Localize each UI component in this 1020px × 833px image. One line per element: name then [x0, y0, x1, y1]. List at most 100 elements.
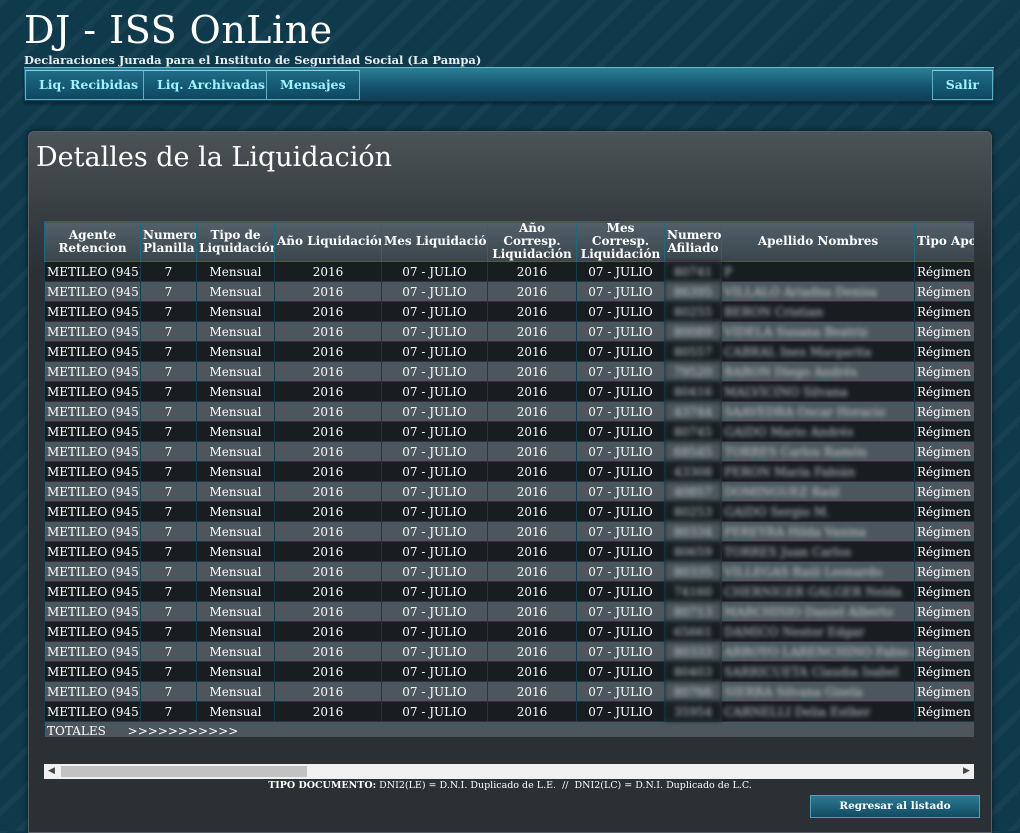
cell-mes-liquidacion: 07 - JULIO — [381, 441, 488, 462]
liquidacion-table-viewport[interactable]: Agente Retencion Numero Planilla Tipo de… — [44, 221, 974, 737]
table-row[interactable]: METILEO (945) 7 Mensual 2016 07 - JULIO 2016 0… — [44, 261, 974, 282]
cell-anio-liquidacion: 2016 — [274, 321, 382, 342]
table-row[interactable]: METILEO (945) 7 Mensual 2016 07 - JULIO 2016 0… — [44, 381, 974, 402]
table-row[interactable]: METILEO (945) 7 Mensual 2016 07 - JULIO 2016 0… — [44, 401, 974, 422]
col-agente-retencion[interactable]: Agente Retencion — [44, 221, 141, 262]
table-row[interactable]: METILEO (945) 7 Mensual 2016 07 - JULIO 2016 0… — [44, 421, 974, 442]
col-tipo-aporte[interactable]: Tipo Aporte Jubilatorio — [914, 221, 974, 262]
cell-tipo-liquidacion: Mensual — [196, 321, 275, 342]
cell-anio-corresp: 2016 — [487, 381, 577, 402]
totals-row: TOTALES >>>>>>>>>>> — [44, 721, 974, 737]
page-title: Detalles de la Liquidación — [36, 142, 393, 173]
nav-mensajes[interactable]: Mensajes — [266, 70, 360, 100]
table-row[interactable]: METILEO (945) 7 Mensual 2016 07 - JULIO 2016 0… — [44, 301, 974, 322]
col-mes-liquidacion[interactable]: Mes Liquidación — [381, 221, 488, 262]
table-row[interactable]: METILEO (945) 7 Mensual 2016 07 - JULIO 2016 0… — [44, 521, 974, 542]
apellido-nombres-text: ARROYO LARENCHINO Fabio A. — [724, 644, 915, 659]
cell-tipo-aporte: Régimen C — [914, 261, 974, 282]
col-tipo-liquidacion[interactable]: Tipo de Liquidación — [196, 221, 275, 262]
cell-tipo-liquidacion: Mensual — [196, 661, 275, 682]
table-row[interactable]: METILEO (945) 7 Mensual 2016 07 - JULIO 2016 0… — [44, 661, 974, 682]
table-row[interactable]: METILEO (945) 7 Mensual 2016 07 - JULIO 2016 0… — [44, 441, 974, 462]
apellido-nombres-text: P — [724, 264, 733, 279]
table-row[interactable]: METILEO (945) 7 Mensual 2016 07 - JULIO 2016 0… — [44, 641, 974, 662]
col-apellido-nombres[interactable]: Apellido Nombres — [721, 221, 915, 262]
table-row[interactable]: METILEO (945) 7 Mensual 2016 07 - JULIO 2016 0… — [44, 681, 974, 702]
regresar-listado-button[interactable]: Regresar al listado — [810, 795, 980, 818]
col-numero-afiliado[interactable]: Numero Afiliado — [664, 221, 722, 262]
cell-agente: METILEO (945) — [44, 321, 141, 342]
apellido-nombres-text: PERON María Fabián — [724, 464, 856, 479]
cell-agente: METILEO (945) — [44, 421, 141, 442]
cell-anio-corresp: 2016 — [487, 681, 577, 702]
col-numero-planilla[interactable]: Numero Planilla — [140, 221, 197, 262]
cell-tipo-liquidacion: Mensual — [196, 261, 275, 282]
cell-mes-liquidacion: 07 - JULIO — [381, 641, 488, 662]
cell-tipo-aporte: Régimen C — [914, 681, 974, 702]
cell-numero-afiliado: 80416 — [664, 381, 722, 402]
cell-tipo-liquidacion: Mensual — [196, 501, 275, 522]
cell-tipo-aporte: Régimen C — [914, 521, 974, 542]
table-row[interactable]: METILEO (945) 7 Mensual 2016 07 - JULIO 2016 0… — [44, 601, 974, 622]
table-row[interactable]: METILEO (945) 7 Mensual 2016 07 - JULIO 2016 0… — [44, 481, 974, 502]
apellido-nombres-text: TORRES Carlos Ramón — [724, 444, 867, 459]
table-row[interactable]: METILEO (945) 7 Mensual 2016 07 - JULIO 2016 0… — [44, 621, 974, 642]
nav-salir[interactable]: Salir — [931, 70, 993, 100]
apellido-nombres-text: SAAVEDRA Oscar Horacio — [724, 404, 886, 419]
cell-mes-corresp: 07 - JULIO — [576, 501, 665, 522]
apellido-nombres-text: BERON Cristian — [724, 304, 824, 319]
cell-apellido-nombres: DAMICO Nestor Edgar — [721, 621, 915, 642]
cell-anio-corresp: 2016 — [487, 581, 577, 602]
cell-anio-liquidacion: 2016 — [274, 561, 382, 582]
scroll-left-icon[interactable]: ◀ — [44, 764, 59, 779]
cell-planilla: 7 — [140, 581, 197, 602]
cell-mes-liquidacion: 07 - JULIO — [381, 321, 488, 342]
cell-planilla: 7 — [140, 601, 197, 622]
cell-apellido-nombres: ARROYO LARENCHINO Fabio A. — [721, 641, 915, 662]
cell-tipo-aporte: Régimen C — [914, 281, 974, 302]
col-anio-liquidacion[interactable]: Año Liquidación — [274, 221, 382, 262]
col-anio-corresp[interactable]: Año Corresp. Liquidación — [487, 221, 577, 262]
horizontal-scrollbar[interactable]: ◀ ▶ — [44, 764, 974, 779]
cell-mes-liquidacion: 07 - JULIO — [381, 701, 488, 722]
table-row[interactable]: METILEO (945) 7 Mensual 2016 07 - JULIO 2016 0… — [44, 361, 974, 382]
site-subtitle: Declaraciones Jurada para el Instituto d… — [24, 53, 482, 67]
table-row[interactable]: METILEO (945) 7 Mensual 2016 07 - JULIO 2016 0… — [44, 501, 974, 522]
cell-anio-corresp: 2016 — [487, 661, 577, 682]
cell-anio-liquidacion: 2016 — [274, 641, 382, 662]
table-row[interactable]: METILEO (945) 7 Mensual 2016 07 - JULIO 2016 0… — [44, 581, 974, 602]
cell-tipo-liquidacion: Mensual — [196, 521, 275, 542]
cell-numero-afiliado: 80333 — [664, 641, 722, 662]
cell-apellido-nombres: SIERRA Silvana Gisela — [721, 681, 915, 702]
cell-tipo-aporte: Régimen C — [914, 421, 974, 442]
col-mes-corresp[interactable]: Mes Corresp. Liquidación — [576, 221, 665, 262]
cell-apellido-nombres: PERON María Fabián — [721, 461, 915, 482]
cell-agente: METILEO (945) — [44, 581, 141, 602]
table-row[interactable]: METILEO (945) 7 Mensual 2016 07 - JULIO 2016 0… — [44, 341, 974, 362]
cell-planilla: 7 — [140, 461, 197, 482]
cell-anio-corresp: 2016 — [487, 321, 577, 342]
table-row[interactable]: METILEO (945) 7 Mensual 2016 07 - JULIO 2016 0… — [44, 281, 974, 302]
nav-liq-recibidas[interactable]: Liq. Recibidas — [25, 70, 153, 100]
cell-numero-afiliado: 80334 — [664, 521, 722, 542]
table-row[interactable]: METILEO (945) 7 Mensual 2016 07 - JULIO 2016 0… — [44, 561, 974, 582]
cell-anio-corresp: 2016 — [487, 461, 577, 482]
tipo-documento-text: DNI2(LE) = D.N.I. Duplicado de L.E. // D… — [379, 780, 752, 791]
cell-mes-liquidacion: 07 - JULIO — [381, 361, 488, 382]
cell-numero-afiliado: 80741 — [664, 261, 722, 282]
cell-apellido-nombres: VILLALO Ariadna Denisa — [721, 281, 915, 302]
cell-tipo-liquidacion: Mensual — [196, 601, 275, 622]
table-row[interactable]: METILEO (945) 7 Mensual 2016 07 - JULIO 2016 0… — [44, 461, 974, 482]
cell-tipo-liquidacion: Mensual — [196, 401, 275, 422]
cell-anio-corresp: 2016 — [487, 621, 577, 642]
table-row[interactable]: METILEO (945) 7 Mensual 2016 07 - JULIO 2016 0… — [44, 701, 974, 722]
cell-anio-corresp: 2016 — [487, 441, 577, 462]
nav-liq-archivadas[interactable]: Liq. Archivadas — [143, 70, 279, 100]
table-row[interactable]: METILEO (945) 7 Mensual 2016 07 - JULIO 2016 0… — [44, 541, 974, 562]
cell-agente: METILEO (945) — [44, 301, 141, 322]
table-row[interactable]: METILEO (945) 7 Mensual 2016 07 - JULIO 2016 0… — [44, 321, 974, 342]
cell-numero-afiliado: 40857 — [664, 481, 722, 502]
scrollbar-thumb[interactable] — [61, 766, 307, 777]
cell-numero-afiliado: 74160 — [664, 581, 722, 602]
scroll-right-icon[interactable]: ▶ — [959, 764, 974, 779]
